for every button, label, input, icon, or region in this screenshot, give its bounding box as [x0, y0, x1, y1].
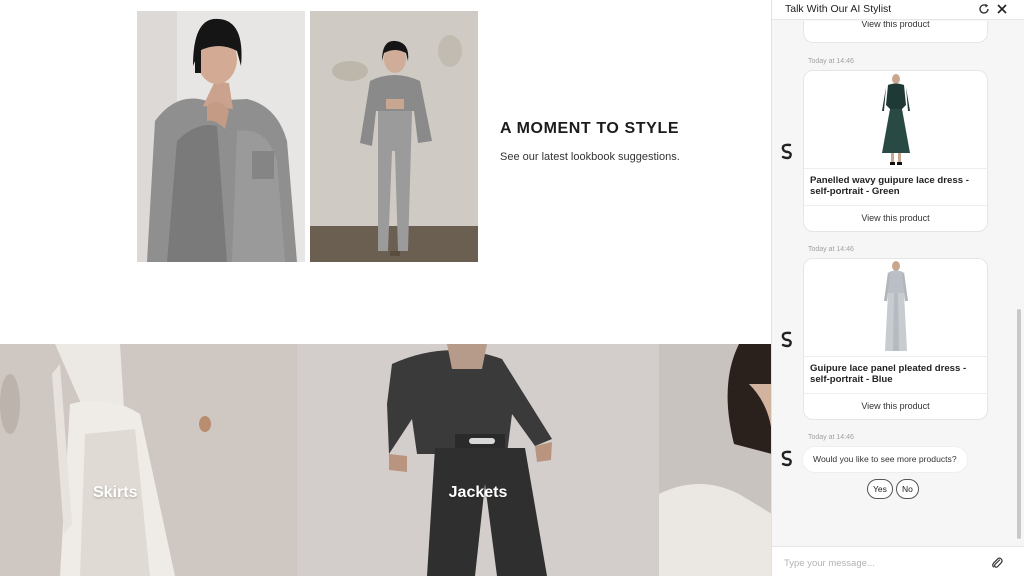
category-tile-skirts[interactable]: Skirts: [0, 344, 297, 576]
view-product-button[interactable]: View this product: [804, 401, 987, 411]
message-timestamp: Today at 14:46: [808, 58, 854, 65]
refresh-icon: [979, 3, 989, 14]
attach-button[interactable]: [990, 556, 1004, 570]
lookbook-photo-2: [310, 11, 478, 262]
dress-image-green: [881, 74, 910, 165]
category-photo-jackets: [297, 344, 659, 576]
lookbook-image-full-length[interactable]: [310, 11, 478, 262]
product-name: Guipure lace panel pleated dress - self-…: [810, 363, 967, 385]
chat-messages[interactable]: View this product Today at 14:46 Panelle…: [772, 21, 1024, 543]
product-image[interactable]: [804, 259, 987, 357]
chat-header: Talk With Our AI Stylist: [772, 0, 1024, 20]
promo-subtitle: See our latest lookbook suggestions.: [500, 151, 680, 163]
previous-product-card: View this product: [803, 21, 988, 43]
promo-block: A MOMENT TO STYLE See our latest lookboo…: [500, 120, 760, 163]
category-tile-partial[interactable]: [659, 344, 772, 576]
product-image[interactable]: [804, 71, 987, 169]
refresh-button[interactable]: [977, 2, 991, 16]
category-photo-skirts: [0, 344, 297, 576]
product-card[interactable]: Guipure lace panel pleated dress - self-…: [803, 258, 988, 420]
page: A MOMENT TO STYLE See our latest lookboo…: [0, 0, 1024, 576]
chat-panel: Talk With Our AI Stylist View this produ…: [771, 0, 1024, 576]
lookbook-image-portrait[interactable]: [137, 11, 305, 262]
product-name: Panelled wavy guipure lace dress - self-…: [810, 175, 969, 197]
message-input[interactable]: [784, 555, 984, 571]
stylist-avatar-icon: [780, 449, 794, 467]
view-product-button[interactable]: View this product: [804, 213, 987, 223]
product-card-footer: View this product: [804, 205, 987, 231]
promo-title: A MOMENT TO STYLE: [500, 120, 680, 137]
message-timestamp: Today at 14:46: [808, 246, 854, 253]
product-card-footer: View this product: [804, 393, 987, 419]
quick-reply-no[interactable]: No: [896, 479, 919, 499]
message-timestamp: Today at 14:46: [808, 434, 854, 441]
chat-composer: [772, 546, 1024, 576]
paperclip-icon: [992, 557, 1003, 568]
chat-scrollbar[interactable]: [1016, 21, 1022, 543]
category-tile-jackets[interactable]: Jackets: [297, 344, 659, 576]
product-card[interactable]: Panelled wavy guipure lace dress - self-…: [803, 70, 988, 232]
view-product-button[interactable]: View this product: [804, 21, 987, 29]
chat-title: Talk With Our AI Stylist: [785, 3, 892, 15]
store-page: A MOMENT TO STYLE See our latest lookboo…: [0, 0, 772, 576]
bot-message-bubble: Would you like to see more products?: [803, 447, 967, 472]
category-photo-partial: [659, 344, 772, 576]
category-label-skirts: Skirts: [93, 484, 138, 501]
close-button[interactable]: [995, 2, 1009, 16]
dress-image-blue: [883, 261, 908, 351]
lookbook-photo-1: [137, 11, 305, 262]
quick-reply-yes[interactable]: Yes: [867, 479, 893, 499]
close-icon: [997, 4, 1007, 14]
chat-scrollbar-thumb[interactable]: [1017, 309, 1021, 539]
stylist-avatar-icon: [780, 330, 794, 348]
category-label-jackets: Jackets: [448, 484, 508, 501]
stylist-avatar-icon: [780, 142, 794, 160]
